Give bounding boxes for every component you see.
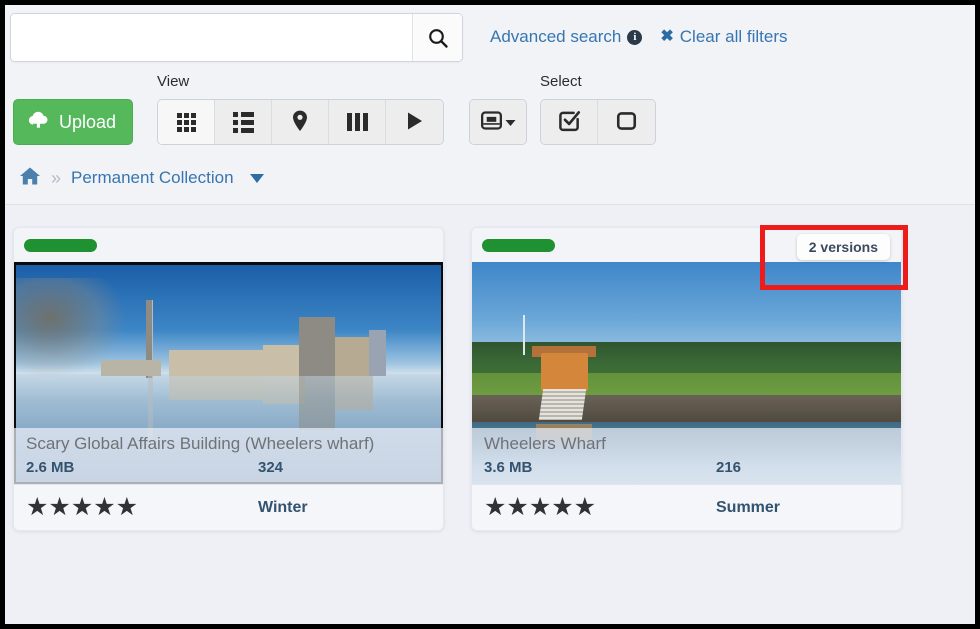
- resource-grid: Scary Global Affairs Building (Wheelers …: [5, 206, 975, 624]
- card-footer: ★★★★★ Summer: [472, 484, 901, 530]
- resource-card[interactable]: Scary Global Affairs Building (Wheelers …: [13, 227, 444, 531]
- view-thumbnails-button[interactable]: [158, 100, 215, 144]
- list-icon: [232, 111, 254, 133]
- search-button[interactable]: [412, 14, 462, 61]
- chevron-down-icon[interactable]: [249, 173, 264, 183]
- header: Advanced search i ✖ Clear all filters Vi…: [5, 5, 975, 205]
- breadcrumb-separator: »: [51, 167, 62, 188]
- chevron-down-icon: [505, 115, 516, 130]
- search-row: Advanced search i ✖ Clear all filters: [5, 5, 975, 70]
- header-links: Advanced search i ✖ Clear all filters: [490, 27, 787, 47]
- page: Advanced search i ✖ Clear all filters Vi…: [5, 5, 975, 624]
- search-box[interactable]: [10, 13, 463, 62]
- view-columns-button[interactable]: [329, 100, 386, 144]
- resource-id: 324: [258, 459, 284, 476]
- view-button-group: [157, 99, 444, 145]
- upload-label: Upload: [59, 111, 117, 132]
- card-footer: ★★★★★ Winter: [14, 484, 443, 530]
- resource-meta: 2.6 MB 324: [26, 459, 431, 476]
- select-button-group: [540, 99, 656, 145]
- advanced-search-link[interactable]: Advanced search i: [490, 27, 643, 47]
- select-group-label: Select: [540, 73, 582, 90]
- view-slideshow-button[interactable]: [386, 100, 443, 144]
- window-icon: [480, 110, 502, 134]
- status-badge: [24, 238, 97, 252]
- cards-row: Scary Global Affairs Building (Wheelers …: [13, 227, 975, 531]
- breadcrumb-current[interactable]: Permanent Collection: [71, 168, 234, 188]
- play-icon: [406, 111, 424, 134]
- view-list-button[interactable]: [215, 100, 272, 144]
- advanced-search-label: Advanced search: [490, 27, 622, 46]
- thumbnail[interactable]: Scary Global Affairs Building (Wheelers …: [14, 262, 443, 484]
- card-header: 2 versions: [472, 228, 901, 262]
- resource-season: Summer: [716, 498, 781, 516]
- resource-card[interactable]: 2 versions Wheelers Wharf 3.6 MB 216 ★★★…: [471, 227, 902, 531]
- select-all-button[interactable]: [541, 100, 598, 144]
- home-icon[interactable]: [19, 166, 41, 191]
- view-map-button[interactable]: [272, 100, 329, 144]
- grid-icon: [176, 112, 196, 132]
- upload-button[interactable]: Upload: [13, 99, 134, 145]
- search-input[interactable]: [11, 14, 412, 61]
- cloud-upload-icon: [27, 110, 50, 134]
- columns-icon: [346, 113, 368, 131]
- resource-filesize: 2.6 MB: [26, 459, 75, 476]
- resource-season: Winter: [258, 498, 308, 516]
- resource-id: 216: [716, 459, 742, 476]
- resource-meta: 3.6 MB 216: [484, 459, 889, 476]
- thumbnail-caption: Scary Global Affairs Building (Wheelers …: [14, 428, 443, 484]
- clear-all-filters-link[interactable]: ✖ Clear all filters: [660, 27, 787, 47]
- toolbar: View Select Upload: [5, 73, 975, 151]
- select-none-button[interactable]: [598, 100, 655, 144]
- rating-stars[interactable]: ★★★★★: [26, 495, 258, 520]
- checked-box-icon: [558, 109, 581, 135]
- view-group-label: View: [157, 73, 190, 90]
- search-icon: [426, 26, 450, 50]
- thumbnail-caption: Wheelers Wharf 3.6 MB 216: [472, 428, 901, 484]
- status-badge: [482, 238, 555, 252]
- clear-filters-label: Clear all filters: [679, 27, 788, 46]
- info-icon: i: [627, 29, 643, 45]
- thumbnail[interactable]: Wheelers Wharf 3.6 MB 216: [472, 262, 901, 484]
- map-pin-icon: [292, 110, 308, 135]
- resource-title: Wheelers Wharf: [484, 434, 606, 453]
- resource-title: Scary Global Affairs Building (Wheelers …: [26, 434, 375, 453]
- resource-filesize: 3.6 MB: [484, 459, 533, 476]
- breadcrumb: » Permanent Collection: [5, 153, 264, 203]
- empty-box-icon: [615, 109, 638, 135]
- display-options-button[interactable]: [470, 100, 526, 144]
- display-options-group: [469, 99, 527, 145]
- close-x-icon: ✖: [660, 28, 674, 45]
- card-header: [14, 228, 443, 262]
- app-window: Advanced search i ✖ Clear all filters Vi…: [0, 0, 980, 629]
- rating-stars[interactable]: ★★★★★: [484, 495, 716, 520]
- versions-badge[interactable]: 2 versions: [796, 234, 890, 260]
